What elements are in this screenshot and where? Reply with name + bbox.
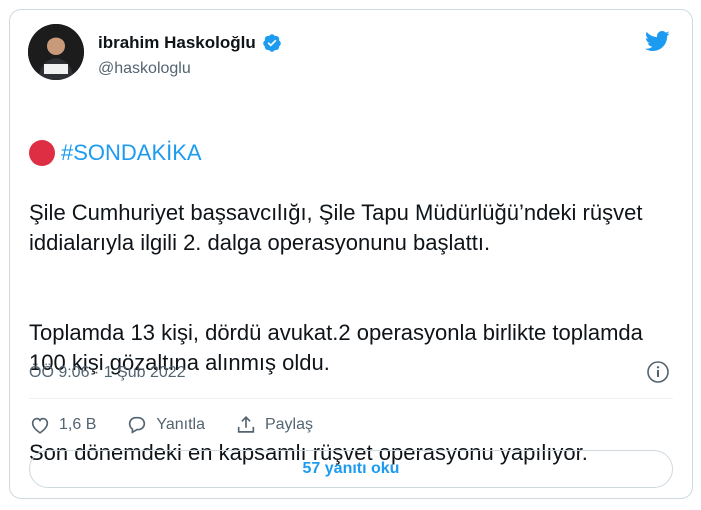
share-label: Paylaş bbox=[264, 416, 314, 433]
tweet-timestamp[interactable]: ÖÖ 9:06 · 1 Şub 2022 bbox=[29, 364, 186, 382]
share-icon bbox=[237, 416, 255, 433]
red-circle-emoji bbox=[29, 140, 55, 166]
hashtag-link[interactable]: #SONDAKİKA bbox=[61, 138, 202, 168]
divider bbox=[29, 398, 673, 399]
tweet-actions: 1,6 B Yanıtla Paylaş bbox=[29, 404, 343, 446]
avatar[interactable] bbox=[28, 24, 84, 80]
share-button[interactable]: Paylaş bbox=[235, 414, 313, 436]
author-name[interactable]: ibrahim Haskoloğlu bbox=[98, 33, 256, 53]
hashtag-line: #SONDAKİKA bbox=[29, 138, 679, 168]
heart-icon bbox=[31, 417, 49, 434]
like-count: 1,6 B bbox=[59, 416, 97, 433]
verified-badge-icon bbox=[262, 33, 282, 53]
like-button[interactable]: 1,6 B bbox=[29, 414, 96, 436]
twitter-bird-icon[interactable] bbox=[642, 28, 672, 54]
reply-button[interactable]: Yanıtla bbox=[126, 414, 205, 436]
reply-bubble-icon bbox=[129, 416, 146, 434]
author-handle[interactable]: @haskologlu bbox=[98, 60, 191, 78]
info-icon[interactable] bbox=[646, 360, 670, 384]
tweet-paragraph-1: Şile Cumhuriyet başsavcılığı, Şile Tapu … bbox=[29, 200, 643, 255]
tweet-card: ibrahim Haskoloğlu @haskologlu #SONDAKİK… bbox=[9, 9, 693, 499]
read-replies-button[interactable]: 57 yanıtı oku bbox=[29, 450, 673, 488]
reply-label: Yanıtla bbox=[156, 416, 205, 433]
author-name-row[interactable]: ibrahim Haskoloğlu bbox=[98, 33, 282, 53]
